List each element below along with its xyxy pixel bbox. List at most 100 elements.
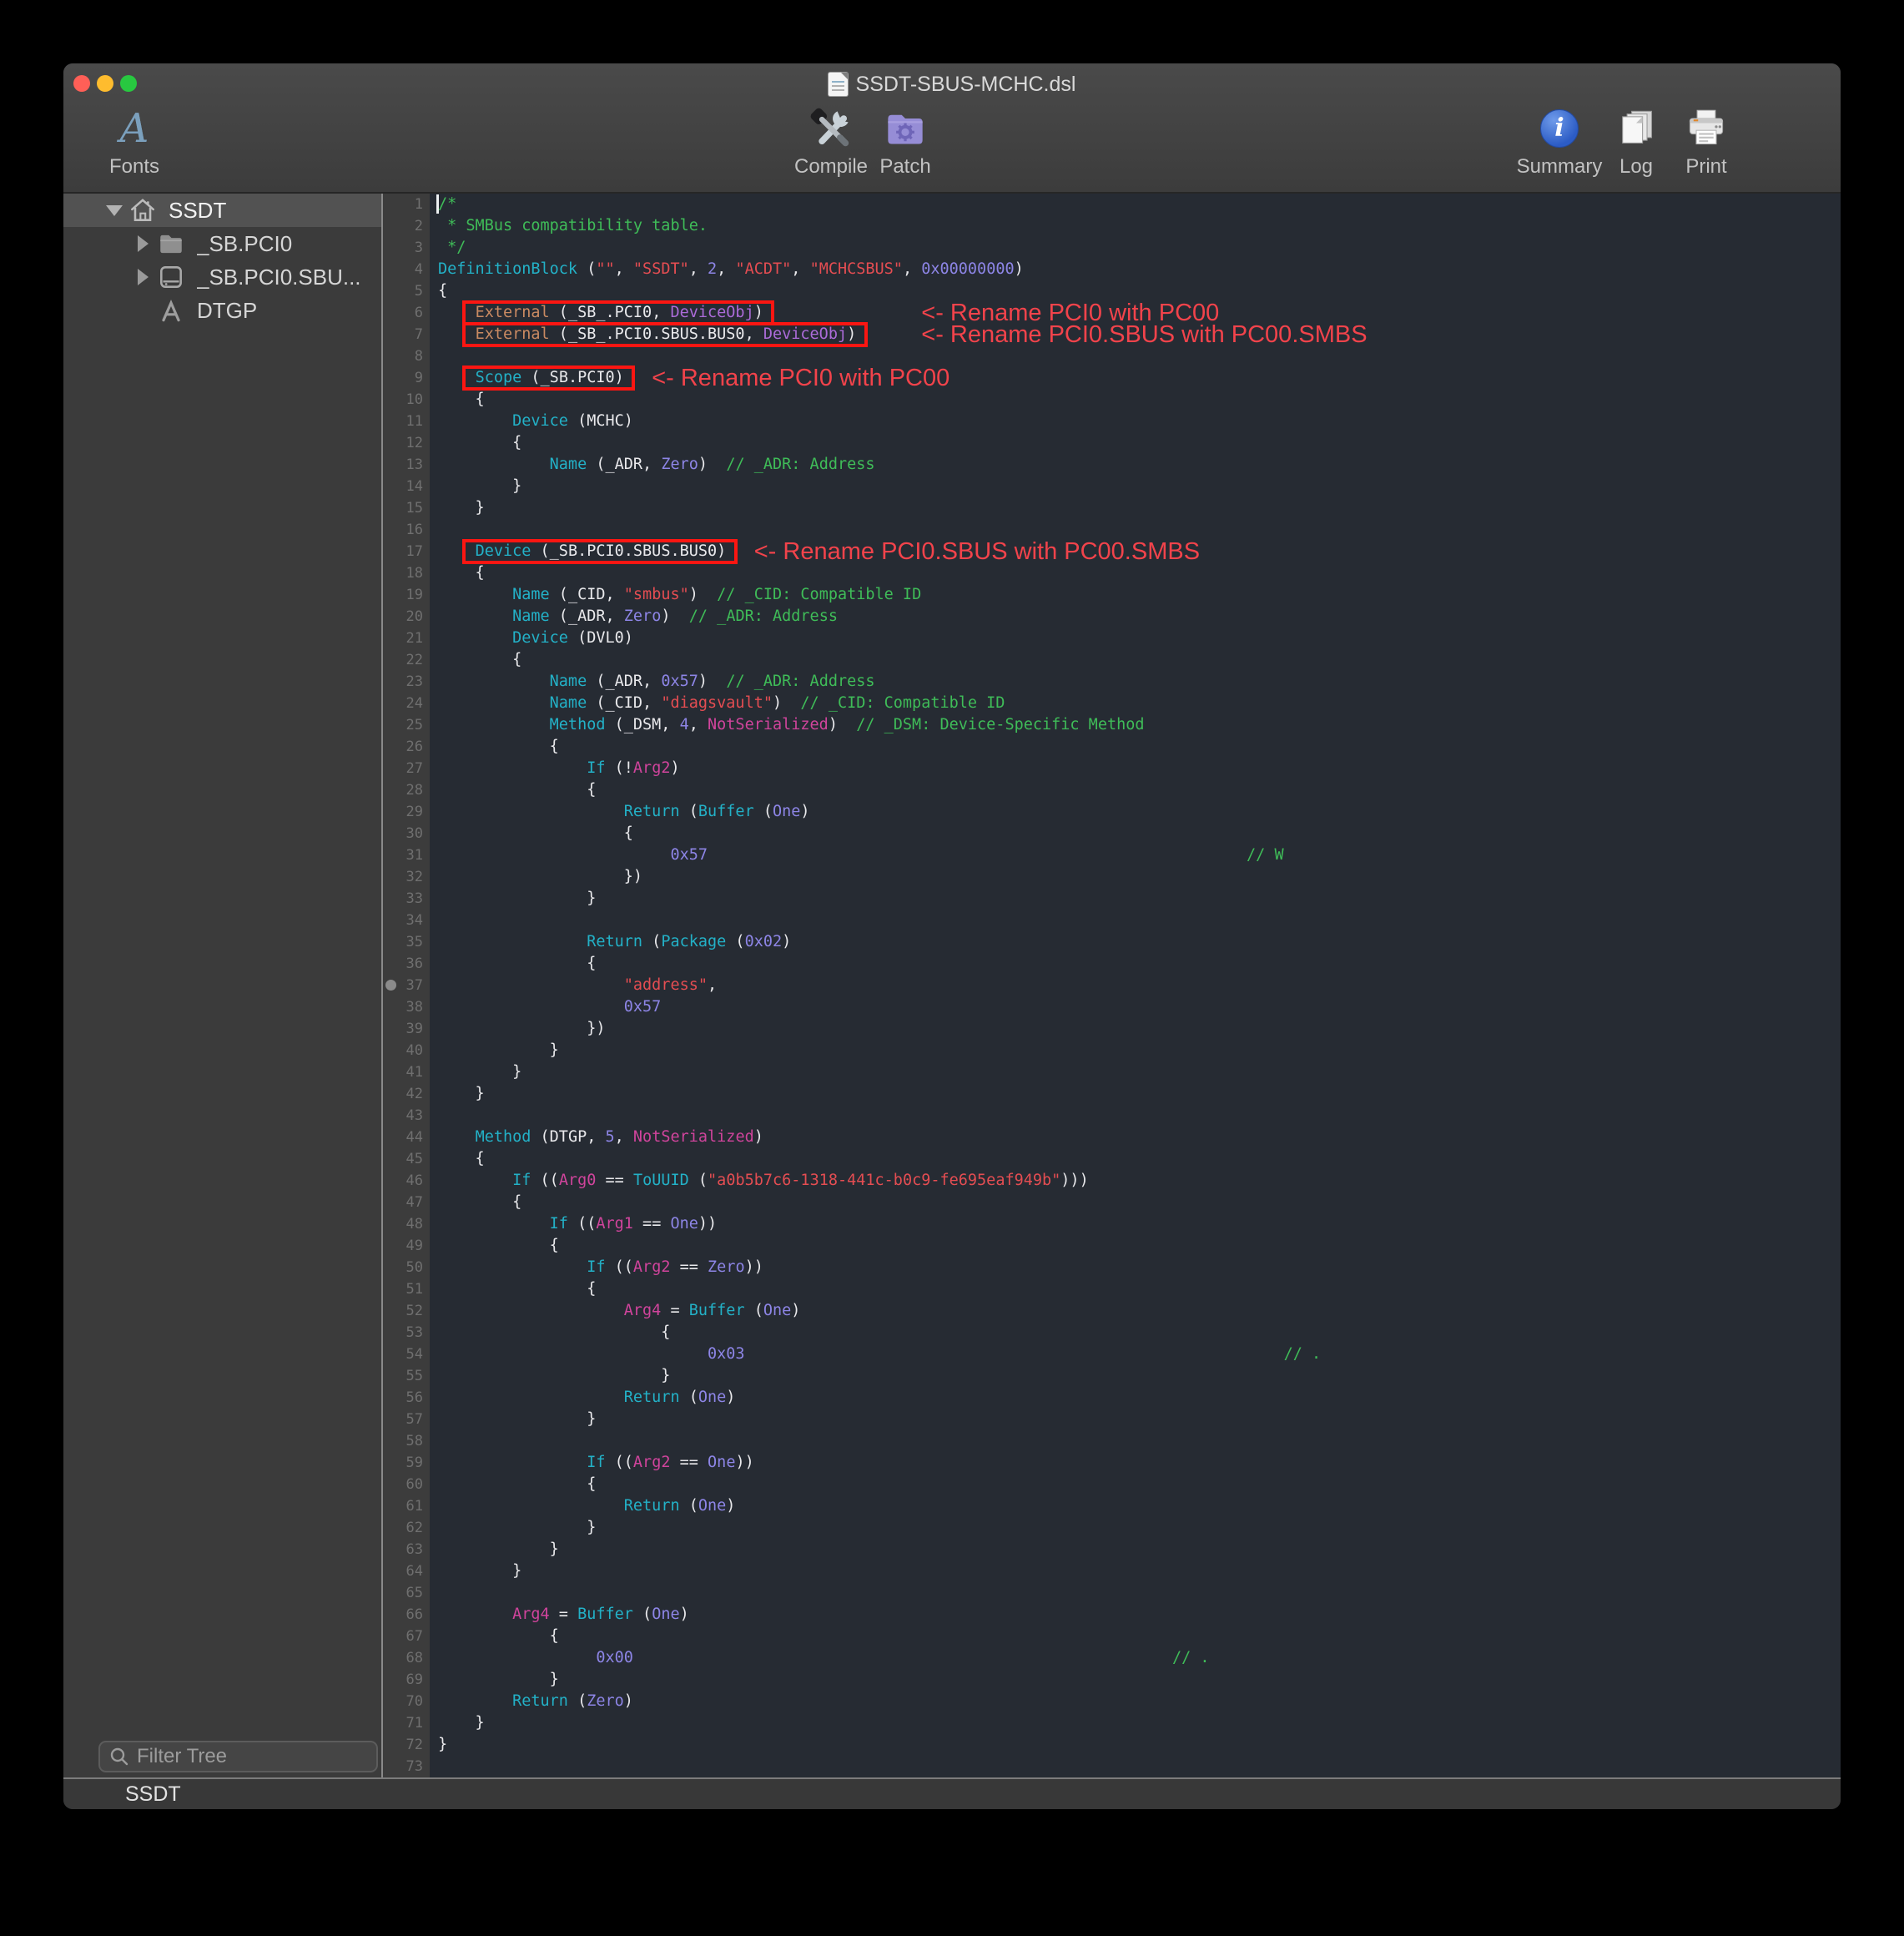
- code-line-50[interactable]: If ((Arg2 == Zero)): [438, 1257, 1841, 1278]
- code-line-11[interactable]: Device (MCHC): [438, 411, 1841, 432]
- code-line-54[interactable]: 0x03 // .: [438, 1344, 1841, 1365]
- sidebar-item-ssdt[interactable]: SSDT: [63, 194, 381, 227]
- code-line-70[interactable]: Return (Zero): [438, 1691, 1841, 1712]
- code-line-46[interactable]: If ((Arg0 == ToUUID ("a0b5b7c6-1318-441c…: [438, 1170, 1841, 1192]
- code-line-23[interactable]: Name (_ADR, 0x57) // _ADR: Address: [438, 671, 1841, 693]
- gutter-marker-dot[interactable]: [385, 980, 396, 991]
- code-line-41[interactable]: }: [438, 1061, 1841, 1083]
- window-title: SSDT-SBUS-MCHC.dsl: [856, 73, 1076, 97]
- code-line-48[interactable]: If ((Arg1 == One)): [438, 1213, 1841, 1235]
- code-line-36[interactable]: {: [438, 953, 1841, 975]
- code-line-65[interactable]: [438, 1582, 1841, 1604]
- code-line-56[interactable]: Return (One): [438, 1387, 1841, 1409]
- code-line-52[interactable]: Arg4 = Buffer (One): [438, 1300, 1841, 1322]
- code-line-67[interactable]: {: [438, 1626, 1841, 1647]
- line-number: 22: [383, 649, 430, 671]
- code-line-68[interactable]: 0x00 // .: [438, 1647, 1841, 1669]
- code-line-25[interactable]: Method (_DSM, 4, NotSerialized) // _DSM:…: [438, 714, 1841, 736]
- line-number: 4: [383, 259, 430, 280]
- code-line-13[interactable]: Name (_ADR, Zero) // _ADR: Address: [438, 454, 1841, 476]
- code-line-55[interactable]: }: [438, 1365, 1841, 1387]
- code-line-57[interactable]: }: [438, 1409, 1841, 1430]
- code-line-3[interactable]: */: [438, 237, 1841, 259]
- code-line-2[interactable]: * SMBus compatibility table.: [438, 215, 1841, 237]
- code-line-72[interactable]: }: [438, 1734, 1841, 1756]
- code-line-61[interactable]: Return (One): [438, 1495, 1841, 1517]
- line-number: 33: [383, 888, 430, 910]
- code-line-59[interactable]: If ((Arg2 == One)): [438, 1452, 1841, 1474]
- titlebar[interactable]: SSDT-SBUS-MCHC.dsl: [63, 63, 1841, 105]
- disclosure-icon[interactable]: [128, 269, 157, 285]
- line-number: 44: [383, 1127, 430, 1148]
- ssdt-tree: SSDT_SB.PCI0_SB.PCI0.SBU...DTGP: [63, 194, 381, 327]
- code-line-31[interactable]: 0x57 // W: [438, 844, 1841, 866]
- code-line-34[interactable]: [438, 910, 1841, 931]
- code-line-30[interactable]: {: [438, 823, 1841, 844]
- code-line-51[interactable]: {: [438, 1278, 1841, 1300]
- code-line-62[interactable]: }: [438, 1517, 1841, 1539]
- line-number: 3: [383, 237, 430, 259]
- fonts-button[interactable]: A Fonts: [84, 107, 184, 179]
- code-line-12[interactable]: {: [438, 432, 1841, 454]
- line-number: 26: [383, 736, 430, 758]
- filter-tree-input[interactable]: Filter Tree: [98, 1741, 378, 1772]
- code-line-63[interactable]: }: [438, 1539, 1841, 1560]
- code-line-40[interactable]: }: [438, 1040, 1841, 1061]
- code-line-10[interactable]: {: [438, 389, 1841, 411]
- sidebar-item-sbpci0[interactable]: _SB.PCI0: [63, 227, 381, 260]
- print-button[interactable]: Print: [1656, 107, 1756, 179]
- code-pane[interactable]: /* * SMBus compatibility table. */Defini…: [430, 194, 1841, 1777]
- code-line-73[interactable]: [438, 1756, 1841, 1777]
- code-line-1[interactable]: /*: [438, 194, 1841, 215]
- patch-button[interactable]: Patch: [855, 107, 955, 179]
- line-number: 48: [383, 1213, 430, 1235]
- info-icon: i: [1540, 109, 1579, 148]
- code-line-15[interactable]: }: [438, 497, 1841, 519]
- code-line-27[interactable]: If (!Arg2): [438, 758, 1841, 779]
- disclosure-icon[interactable]: [128, 235, 157, 252]
- code-line-43[interactable]: [438, 1105, 1841, 1127]
- code-line-49[interactable]: {: [438, 1235, 1841, 1257]
- disclosure-open-icon[interactable]: [100, 205, 128, 216]
- code-line-58[interactable]: [438, 1430, 1841, 1452]
- code-line-9[interactable]: Scope (_SB.PCI0): [438, 367, 1841, 389]
- code-line-22[interactable]: {: [438, 649, 1841, 671]
- code-line-37[interactable]: "address",: [438, 975, 1841, 996]
- line-number: 62: [383, 1517, 430, 1539]
- code-line-47[interactable]: {: [438, 1192, 1841, 1213]
- code-line-44[interactable]: Method (DTGP, 5, NotSerialized): [438, 1127, 1841, 1148]
- line-number: 34: [383, 910, 430, 931]
- code-line-14[interactable]: }: [438, 476, 1841, 497]
- code-line-71[interactable]: }: [438, 1712, 1841, 1734]
- code-line-19[interactable]: Name (_CID, "smbus") // _CID: Compatible…: [438, 584, 1841, 606]
- tools-icon: [157, 296, 185, 325]
- sidebar-item-dtgp[interactable]: DTGP: [63, 294, 381, 327]
- code-line-45[interactable]: {: [438, 1148, 1841, 1170]
- code-line-24[interactable]: Name (_CID, "diagsvault") // _CID: Compa…: [438, 693, 1841, 714]
- line-number: 40: [383, 1040, 430, 1061]
- code-line-53[interactable]: {: [438, 1322, 1841, 1344]
- code-line-28[interactable]: {: [438, 779, 1841, 801]
- code-line-69[interactable]: }: [438, 1669, 1841, 1691]
- code-line-39[interactable]: }): [438, 1018, 1841, 1040]
- code-line-20[interactable]: Name (_ADR, Zero) // _ADR: Address: [438, 606, 1841, 628]
- code-line-66[interactable]: Arg4 = Buffer (One): [438, 1604, 1841, 1626]
- line-number: 67: [383, 1626, 430, 1647]
- code-line-33[interactable]: }: [438, 888, 1841, 910]
- code-line-60[interactable]: {: [438, 1474, 1841, 1495]
- code-line-38[interactable]: 0x57: [438, 996, 1841, 1018]
- code-line-35[interactable]: Return (Package (0x02): [438, 931, 1841, 953]
- code-line-4[interactable]: DefinitionBlock ("", "SSDT", 2, "ACDT", …: [438, 259, 1841, 280]
- line-number: 24: [383, 693, 430, 714]
- code-line-32[interactable]: }): [438, 866, 1841, 888]
- rename-annotation: <- Rename PCI0.SBUS with PC00.SMBS: [754, 537, 1200, 566]
- sidebar-item-sbpci0sbu[interactable]: _SB.PCI0.SBU...: [63, 260, 381, 294]
- code-line-29[interactable]: Return (Buffer (One): [438, 801, 1841, 823]
- code-line-64[interactable]: }: [438, 1560, 1841, 1582]
- code-line-42[interactable]: }: [438, 1083, 1841, 1105]
- code-line-26[interactable]: {: [438, 736, 1841, 758]
- code-line-21[interactable]: Device (DVL0): [438, 628, 1841, 649]
- line-number: 19: [383, 584, 430, 606]
- line-number: 60: [383, 1474, 430, 1495]
- code-editor[interactable]: 1234567891011121314151617181920212223242…: [383, 194, 1841, 1777]
